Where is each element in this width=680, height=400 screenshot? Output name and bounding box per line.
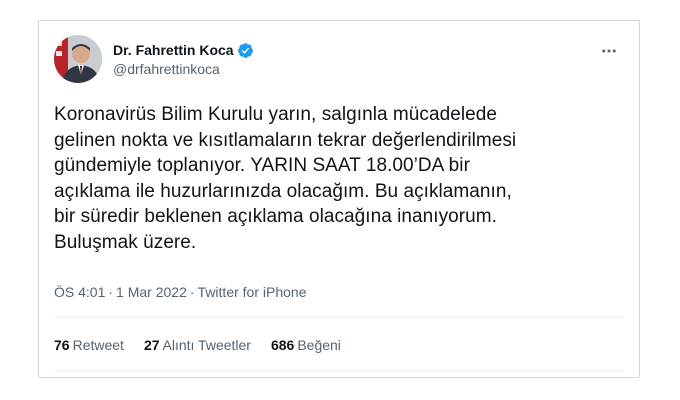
divider (54, 316, 624, 317)
more-horizontal-icon (602, 49, 616, 53)
tweet-card: Dr. Fahrettin Koca @drfahrettinkoca Koro… (38, 20, 640, 378)
like-label: Beğeni (297, 337, 341, 353)
retweet-count: 76 (54, 337, 70, 353)
author-display-name[interactable]: Dr. Fahrettin Koca (113, 42, 234, 58)
name-row: Dr. Fahrettin Koca (113, 40, 254, 60)
verified-badge-icon (237, 42, 253, 58)
tweet-source[interactable]: Twitter for iPhone (198, 284, 307, 300)
more-options-button[interactable] (597, 41, 621, 61)
author-block: Dr. Fahrettin Koca @drfahrettinkoca (113, 40, 254, 77)
quote-count: 27 (143, 337, 160, 353)
tweet-time[interactable]: ÖS 4:01 (54, 284, 105, 300)
likes-stat[interactable]: 686 Beğeni (271, 337, 341, 353)
tweet-text: Koronavirüs Bilim Kurulu yarın, salgınla… (54, 104, 517, 253)
divider (54, 371, 624, 372)
quote-tweets-stat[interactable]: 27 Alıntı Tweetler (144, 337, 251, 353)
like-count: 686 (270, 337, 295, 353)
tweet-header: Dr. Fahrettin Koca @drfahrettinkoca (54, 35, 624, 87)
meta-separator: · (189, 284, 195, 300)
retweet-label: Retweet (72, 337, 124, 353)
tweet-meta: ÖS 4:01 · 1 Mar 2022 · Twitter for iPhone (54, 284, 306, 300)
author-handle[interactable]: @drfahrettinkoca (113, 61, 254, 77)
tweet-stats: 76 Retweet 27 Alıntı Tweetler 686 Beğeni (54, 337, 361, 353)
tweet-date[interactable]: 1 Mar 2022 (116, 284, 187, 300)
retweets-stat[interactable]: 76 Retweet (54, 337, 124, 353)
quote-label: Alıntı Tweetler (162, 337, 251, 353)
meta-separator: · (108, 284, 114, 300)
avatar-image (54, 35, 102, 83)
avatar[interactable] (54, 35, 102, 83)
